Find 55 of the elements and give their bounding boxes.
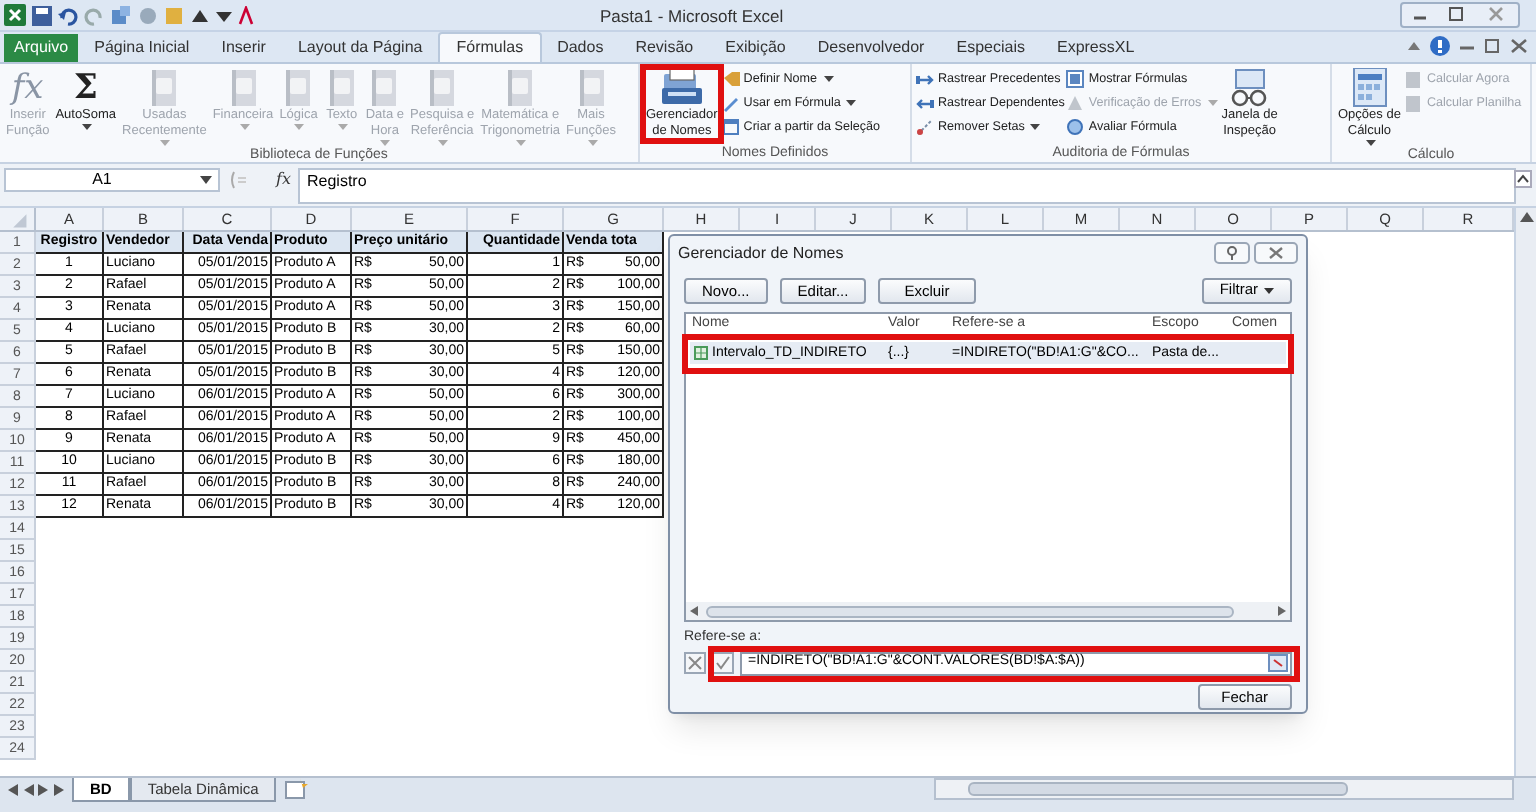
close-icon[interactable] [1510,38,1528,54]
dashed-line-icon [916,117,934,137]
ribbon-tab[interactable]: Desenvolvedor [801,32,941,62]
glasses-icon [1227,68,1272,108]
spreadsheet-app-icon [4,4,26,26]
warning-icon [1066,93,1085,113]
enter-icon [228,170,248,190]
formula-value[interactable]: Registro [306,170,367,192]
dialog-title: Gerenciador de Nomes [678,241,844,265]
ribbon-tab[interactable]: Arquivo [4,34,79,62]
ribbon-tab[interactable]: ExpressXL [1040,32,1151,62]
horizontal-scrollbar[interactable] [934,778,1514,800]
insert-sheet-icon[interactable] [282,778,311,800]
range-icon [694,346,708,360]
collapse-dialog-icon[interactable] [1268,654,1288,672]
ribbon-tab[interactable]: Especiais [940,32,1041,62]
arrow-icon [916,93,934,113]
grid-icon [1066,69,1085,89]
scroll-right-icon[interactable] [1278,606,1286,616]
help-icon[interactable] [1214,242,1250,264]
ribbon-tab[interactable]: Dados [541,32,620,62]
pen-icon [721,93,740,113]
save-icon[interactable] [32,5,52,25]
collapse-icon[interactable] [1514,170,1532,188]
scroll-left-icon[interactable] [690,606,698,616]
scroll-thumb[interactable] [968,782,1348,796]
tag-icon [721,69,740,89]
check-icon[interactable] [712,652,734,674]
function-symbol-icon: fx [11,68,44,108]
ribbon-tab[interactable]: Exibição [709,32,802,62]
ribbon-tab[interactable]: Fórmulas [438,32,542,62]
magnifier-icon [1066,117,1085,137]
close-icon[interactable] [1254,242,1298,264]
arrow-icon [916,69,934,89]
copy-icon[interactable] [110,5,132,25]
minimize-ribbon-icon[interactable] [1406,38,1422,54]
triangle-icon[interactable] [190,5,210,25]
undo-icon[interactable] [58,5,78,25]
caret-icon [1264,287,1274,293]
scroll-thumb[interactable] [706,605,1234,617]
help-icon[interactable] [1430,36,1450,56]
insert-function-button[interactable]: fx [276,168,291,192]
ribbon-tab[interactable]: Layout da Página [281,32,439,62]
cancel-icon[interactable] [684,652,706,674]
ribbon-tab[interactable]: Revisão [619,32,710,62]
restore-icon[interactable] [1484,38,1502,54]
horizontal-scrollbar[interactable] [686,602,1290,620]
ribbon-tab[interactable]: Inserir [205,32,282,62]
table-icon [721,117,740,137]
caret-icon[interactable] [198,174,214,186]
function-symbol-icon: Σ [73,68,98,108]
window-title: Pasta1 - Microsoft Excel [600,4,784,30]
vertical-scrollbar[interactable] [1514,208,1536,776]
scroll-up-icon[interactable] [1519,212,1533,222]
ribbon-tab[interactable]: Página Inicial [78,32,206,62]
